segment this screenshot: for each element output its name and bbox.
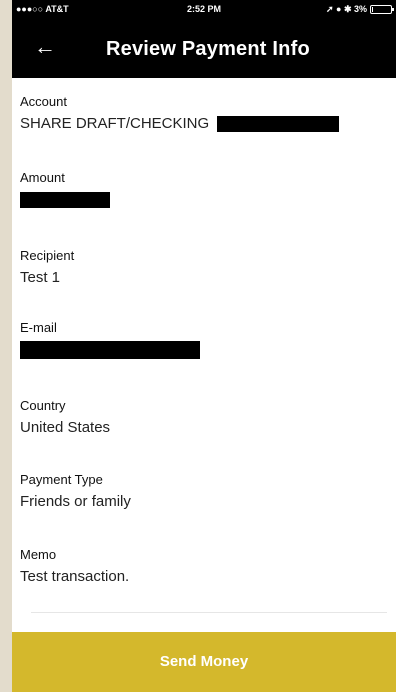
payment-type-field: Payment Type Friends or family [20, 472, 380, 513]
divider [31, 612, 387, 613]
status-icons: ➚ ● ✱ 3% [325, 4, 367, 14]
recipient-value: Test 1 [20, 269, 61, 286]
account-type: SHARE DRAFT/CHECKING [20, 115, 210, 132]
account-number-redacted [217, 116, 340, 133]
amount-field: Amount [20, 170, 380, 211]
email-value [20, 341, 380, 361]
status-bar: ●●●○○ AT&T 2:52 PM ➚ ● ✱ 3% [12, 0, 396, 20]
status-indicators: ➚ ● ✱ 3% [325, 4, 394, 15]
email-redacted [20, 341, 200, 360]
battery-icon [370, 5, 394, 14]
country-field: Country United States [20, 398, 380, 439]
payment-type-label: Payment Type [20, 472, 103, 487]
recipient-label: Recipient [20, 248, 75, 263]
account-label: Account [20, 94, 67, 109]
status-time: 2:52 PM [187, 4, 222, 14]
memo-field: Memo Test transaction. [20, 547, 380, 588]
memo-label: Memo [20, 547, 57, 562]
amount-redacted [20, 192, 110, 209]
account-value: SHARE DRAFT/CHECKING [20, 115, 380, 135]
amount-label: Amount [20, 170, 65, 185]
send-money-button[interactable]: Send Money [12, 632, 396, 692]
amount-value [20, 191, 380, 211]
country-value: United States [20, 419, 111, 436]
email-label: E-mail [20, 320, 57, 335]
carrier-signal: ●●●○○ AT&T [16, 4, 69, 14]
battery-level [372, 7, 373, 12]
page-title: Review Payment Info [106, 38, 310, 60]
country-label: Country [20, 398, 66, 413]
phone-screen: ●●●○○ AT&T 2:52 PM ➚ ● ✱ 3% ← Review Pay… [12, 0, 396, 692]
back-arrow-icon[interactable]: ← [34, 32, 66, 64]
email-field: E-mail [20, 320, 380, 361]
recipient-field: Recipient Test 1 [20, 248, 380, 289]
account-field: Account SHARE DRAFT/CHECKING [20, 94, 380, 135]
payment-type-value: Friends or family [20, 493, 131, 510]
memo-value: Test transaction. [20, 568, 130, 585]
app-header: ← Review Payment Info [12, 20, 396, 78]
